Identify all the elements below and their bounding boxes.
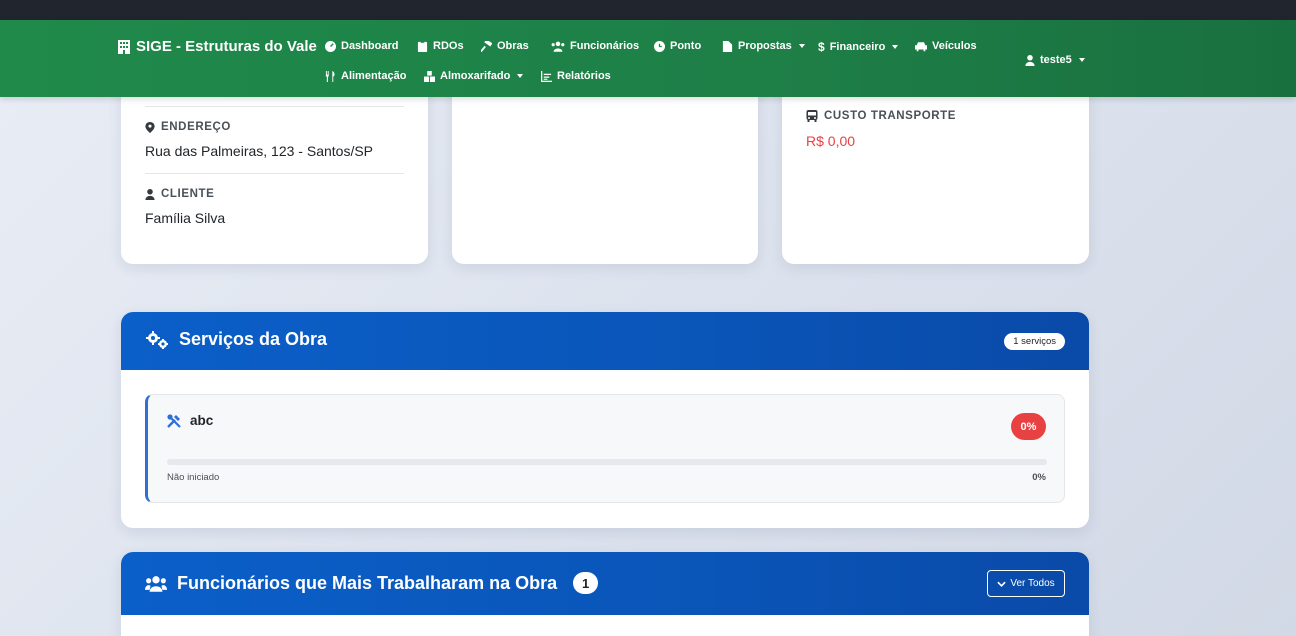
browser-top-strip: [0, 0, 1296, 20]
nav-label: Dashboard: [341, 40, 399, 52]
nav-label: Relatórios: [557, 70, 611, 82]
service-status: Não iniciado: [167, 472, 220, 483]
file-icon: [722, 40, 733, 52]
nav-item-alimentacao[interactable]: Alimentação: [325, 70, 406, 82]
nav-label: Propostas: [738, 40, 792, 52]
bus-icon: [806, 110, 818, 122]
nav-item-ponto[interactable]: Ponto: [654, 40, 701, 52]
dollar-icon: $: [818, 40, 825, 54]
services-section: Serviços da Obra 1 serviços abc 0% Não i…: [121, 312, 1089, 528]
workers-header: Funcionários que Mais Trabalharam na Obr…: [121, 552, 1089, 615]
nav-label: Almoxarifado: [440, 70, 511, 82]
workers-title: Funcionários que Mais Trabalharam na Obr…: [145, 572, 599, 594]
utensils-icon: [325, 70, 335, 82]
chart-icon: [541, 70, 552, 82]
nav-label: Obras: [497, 40, 529, 52]
endereco-value: Rua das Palmeiras, 123 - Santos/SP: [145, 143, 374, 159]
services-header: Serviços da Obra 1 serviços: [121, 312, 1089, 370]
user-name: teste5: [1040, 54, 1072, 66]
nav-item-obras[interactable]: Obras: [481, 40, 529, 52]
nav-label: Financeiro: [829, 41, 886, 53]
cogs-icon: [146, 330, 168, 349]
chevron-down-icon: [997, 581, 1007, 587]
building-icon: [118, 39, 130, 54]
user-tie-icon: [145, 188, 155, 200]
chevron-down-icon: [517, 74, 524, 78]
user-menu[interactable]: teste5: [1025, 54, 1085, 66]
divider: [145, 173, 404, 174]
workers-count-badge: 1: [573, 572, 599, 594]
clipboard-icon: [417, 40, 428, 52]
cliente-label: CLIENTE: [145, 188, 214, 200]
nav-label: Funcionários: [570, 40, 640, 52]
main-navbar: SIGE - Estruturas do Vale Dashboard RDOs…: [0, 20, 1296, 97]
service-name: abc: [190, 413, 214, 428]
service-item[interactable]: abc 0% Não iniciado 0%: [145, 394, 1065, 503]
hammer-icon: [481, 40, 492, 52]
nav-item-dashboard[interactable]: Dashboard: [325, 40, 398, 52]
map-marker-icon: [145, 121, 155, 133]
nav-item-almoxarifado[interactable]: Almoxarifado: [424, 70, 524, 82]
cliente-label-text: CLIENTE: [161, 188, 215, 200]
service-percent-text: 0%: [1032, 472, 1046, 483]
tools-icon: [167, 413, 181, 428]
brand-link[interactable]: SIGE - Estruturas do Vale: [118, 38, 317, 55]
divider: [145, 106, 404, 107]
chevron-down-icon: [892, 45, 899, 49]
endereco-label-text: ENDEREÇO: [161, 121, 231, 133]
chevron-down-icon: [1078, 58, 1085, 62]
services-title: Serviços da Obra: [145, 329, 327, 350]
endereco-label: ENDEREÇO: [145, 121, 231, 133]
cliente-value: Família Silva: [145, 210, 226, 226]
boxes-icon: [424, 70, 435, 82]
nav-item-propostas[interactable]: Propostas: [722, 40, 805, 52]
services-title-text: Serviços da Obra: [179, 329, 328, 349]
clock-icon: [654, 40, 665, 52]
chevron-down-icon: [798, 44, 805, 48]
car-icon: [915, 41, 927, 51]
dashboard-icon: [325, 40, 336, 52]
custo-transporte-label: CUSTO TRANSPORTE: [806, 110, 956, 122]
nav-item-veiculos[interactable]: Veículos: [915, 40, 977, 52]
nav-item-financeiro[interactable]: $ Financeiro: [818, 40, 899, 54]
ver-todos-button[interactable]: Ver Todos: [987, 570, 1065, 597]
ver-todos-label: Ver Todos: [1010, 578, 1055, 589]
brand-name: SIGE - Estruturas do Vale: [136, 38, 317, 55]
service-name-row: abc: [167, 413, 213, 428]
service-progress-bar: [167, 459, 1047, 465]
custo-transporte-label-text: CUSTO TRANSPORTE: [824, 110, 957, 122]
service-percent-badge: 0%: [1011, 413, 1046, 440]
services-count-badge: 1 serviços: [1004, 333, 1065, 350]
user-icon: [1025, 54, 1035, 66]
workers-section: Funcionários que Mais Trabalharam na Obr…: [121, 552, 1089, 636]
users-icon: [551, 41, 565, 52]
nav-label: RDOs: [433, 40, 464, 52]
nav-label: Alimentação: [341, 70, 407, 82]
users-icon: [145, 575, 167, 592]
workers-title-text: Funcionários que Mais Trabalharam na Obr…: [177, 572, 558, 593]
custo-transporte-value: R$ 0,00: [806, 133, 856, 149]
nav-label: Ponto: [670, 40, 702, 52]
nav-label: Veículos: [932, 40, 977, 52]
nav-item-rdos[interactable]: RDOs: [417, 40, 464, 52]
nav-item-relatorios[interactable]: Relatórios: [541, 70, 611, 82]
nav-item-funcionarios[interactable]: Funcionários: [551, 40, 639, 52]
